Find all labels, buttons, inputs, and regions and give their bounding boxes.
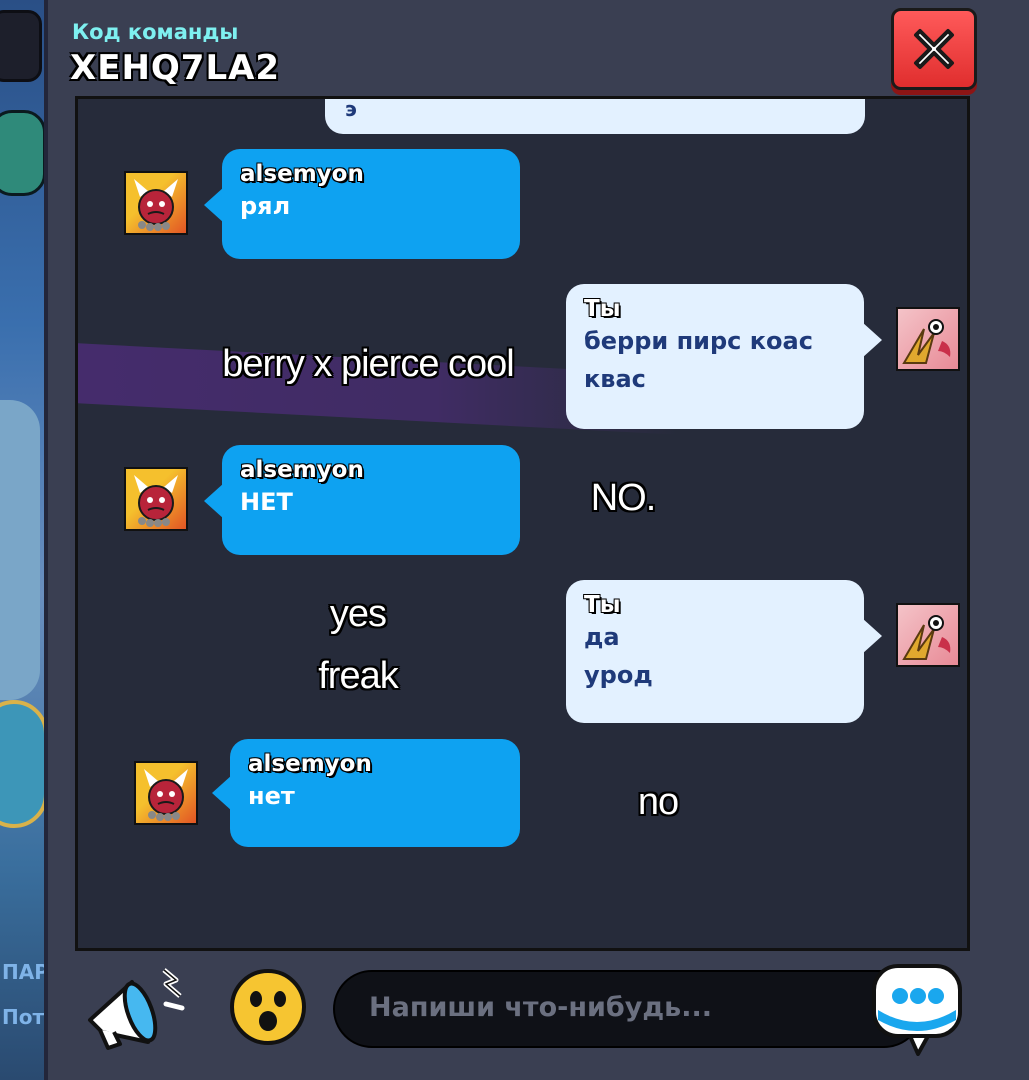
own-avatar[interactable] (896, 603, 960, 667)
character-icon (902, 615, 951, 660)
overlay-caption: no (637, 781, 679, 823)
message-bubble[interactable]: alsemyon нет (212, 739, 520, 847)
message-bubble[interactable]: alsemyon рял (204, 149, 520, 259)
sender-name: Ты (584, 592, 621, 618)
avatar[interactable] (124, 467, 188, 531)
message-input[interactable]: Напиши что-нибудь... (333, 970, 923, 1048)
background-text: ПАР (2, 960, 48, 984)
message-bubble[interactable]: alsemyon НЕТ (204, 445, 520, 555)
team-code-label: Код команды (72, 20, 239, 44)
emoji-button[interactable] (228, 967, 308, 1047)
message-text: рял (240, 192, 291, 220)
overlay-caption: freak (318, 655, 398, 697)
send-button[interactable] (870, 960, 966, 1056)
background-scene: ПАР Пот (0, 0, 48, 1080)
background-figure (0, 700, 48, 828)
message-input-placeholder: Напиши что-нибудь... (369, 992, 712, 1023)
background-figure (0, 400, 40, 700)
character-icon (134, 179, 178, 231)
team-code[interactable]: XEHQ7LA2 (70, 48, 280, 88)
message-bubble-cut: э (325, 97, 865, 134)
chat-bubble-icon (872, 964, 962, 1056)
overlay-caption: NO. (590, 477, 657, 519)
message-text: да (584, 623, 620, 651)
panel-edge (44, 0, 48, 1080)
message-text: э (345, 97, 357, 121)
overlay-caption: berry x pierce cool (222, 343, 514, 385)
own-avatar[interactable] (896, 307, 960, 371)
chat-log[interactable]: э alsemyon рял Ты берри пирс коас квас b… (75, 96, 970, 951)
message-text: квас (584, 365, 646, 393)
menu-corner-icon (0, 10, 42, 82)
message-text: урод (584, 661, 653, 689)
megaphone-button[interactable] (82, 962, 192, 1052)
sender-name: alsemyon (240, 161, 364, 187)
character-icon (144, 769, 188, 821)
background-figure (0, 110, 46, 196)
message-text: берри пирс коас (584, 327, 813, 355)
message-bubble-own[interactable]: Ты берри пирс коас квас (566, 284, 882, 429)
avatar[interactable] (124, 171, 188, 235)
sender-name: alsemyon (248, 751, 372, 777)
avatar[interactable] (134, 761, 198, 825)
message-text: НЕТ (240, 488, 293, 516)
overlay-caption: yes (329, 593, 387, 635)
megaphone-icon (88, 968, 185, 1050)
character-icon (902, 319, 951, 364)
character-icon (134, 475, 178, 527)
emoji-icon (230, 969, 306, 1045)
close-button[interactable] (891, 8, 977, 90)
message-bubble-own[interactable]: Ты да урод (566, 580, 882, 723)
close-x-icon (914, 29, 954, 69)
background-text: Пот (2, 1005, 45, 1029)
sender-name: Ты (584, 296, 621, 322)
sender-name: alsemyon (240, 457, 364, 483)
message-text: нет (248, 782, 295, 810)
